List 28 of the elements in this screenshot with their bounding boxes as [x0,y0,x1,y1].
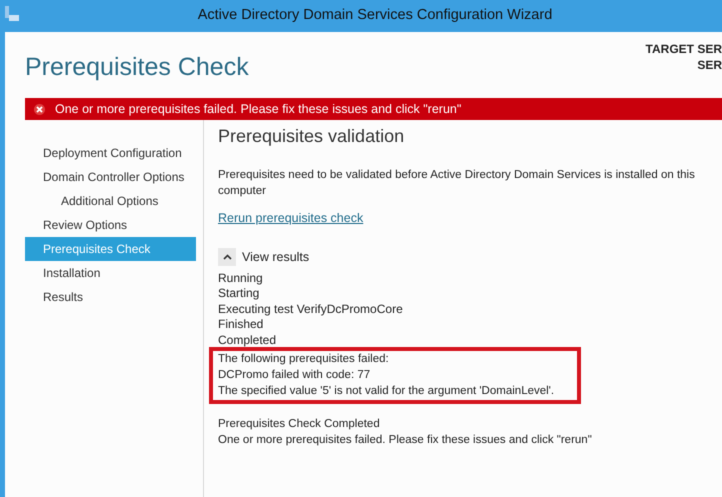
caret-up-icon [222,254,232,260]
log-line: Running [218,270,263,286]
error-message: One or more prerequisites failed. Please fix these issues and click "rerun" [55,100,462,118]
app-icon [3,5,21,23]
log-line: Executing test VerifyDcPromoCore [218,302,403,318]
page-title: Prerequisites Check [25,52,249,83]
sidebar-item[interactable]: Review Options [25,213,196,237]
log-line: The following prerequisites failed: [218,352,389,368]
log-line: DCPromo failed with code: 77 [218,368,370,384]
log-line: One or more prerequisites failed. Please fix these issues and click "rerun" [218,432,592,448]
rerun-link[interactable]: Rerun prerequisites check [218,209,364,228]
target-server-label: TARGET SER [646,41,722,57]
description-text: Prerequisites need to be validated before Active Directory Domain Services is installed on this computer [218,168,696,199]
log-line: Finished [218,317,264,333]
section-title: Prerequisites validation [218,125,406,148]
sidebar-item[interactable]: Additional Options [25,189,196,213]
log-line: Starting [218,286,260,302]
log-line: Prerequisites Check Completed [218,417,380,432]
log-line: Completed [218,332,276,348]
view-results-toggle[interactable]: View results [218,248,310,266]
error-icon [34,104,45,114]
sidebar-item[interactable]: Deployment Configuration [25,141,196,165]
sidebar-item[interactable]: Domain Controller Options [25,165,196,189]
target-server-label: SER [697,57,722,73]
sidebar-item[interactable]: Results [25,285,196,309]
log-line: The specified value '5' is not valid for the argument 'DomainLevel'. [218,384,554,399]
window-title: Active Directory Domain Services Configuration Wizard [196,6,554,26]
sidebar-item[interactable]: Installation [25,261,196,285]
